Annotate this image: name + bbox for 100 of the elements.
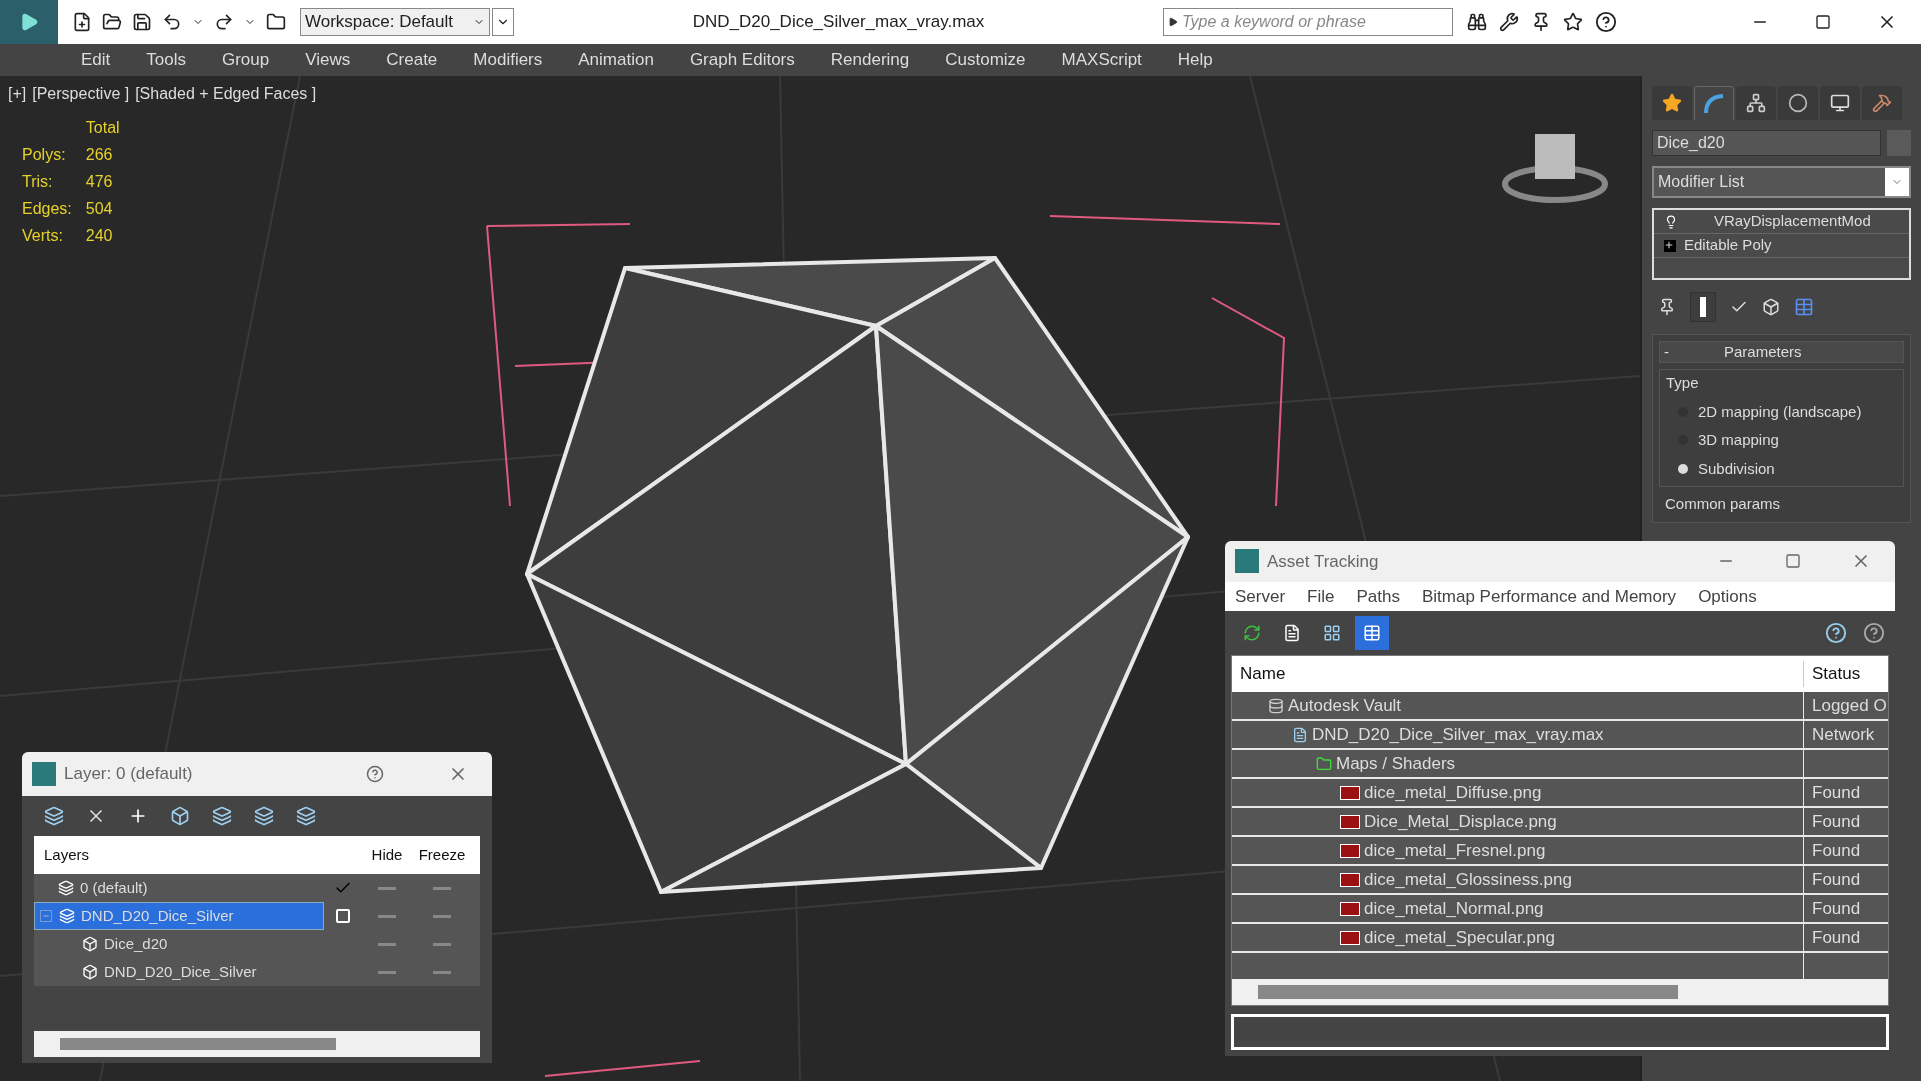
radio-option[interactable]: 3D mapping [1666,429,1897,452]
stats-value: 240 [85,226,114,246]
column-header[interactable]: Layers [34,843,324,867]
project-folder-icon[interactable] [266,12,286,32]
path-field[interactable] [1231,1014,1889,1050]
status-cell-text: Network [1811,723,1875,746]
menu-item[interactable]: Server [1235,583,1286,609]
asset-name-cell[interactable]: Dice_Metal_Displace.png [1232,808,1804,835]
table-icon [1363,624,1381,642]
asset-name-cell[interactable]: dice_metal_Fresnel.png [1232,837,1804,864]
app-logo [1235,549,1259,574]
column-header[interactable]: Hide [362,843,412,867]
menu-item[interactable]: Paths [1356,583,1400,609]
status-cell-text: Found [1811,897,1861,920]
menu-item[interactable]: Help [1177,47,1213,73]
asset-name-cell[interactable]: DND_D20_Dice_Silver_max_vray.max [1232,721,1804,748]
viewport-label[interactable]: [+] [8,82,27,106]
freeze-toggle[interactable] [433,970,451,974]
object-row[interactable]: Dice_d20 [34,932,324,956]
column-header[interactable]: Freeze [412,843,472,867]
panel-tab[interactable] [1652,86,1692,120]
status-cell-text: Logged O [1811,694,1887,717]
arrow-icon[interactable] [1168,17,1178,27]
asset-name-cell[interactable]: dice_metal_Diffuse.png [1232,779,1804,806]
workspace-dropdown[interactable]: Workspace: Default [300,8,490,36]
menu-item[interactable]: Bitmap Performance and Memory [1421,583,1677,609]
undo-icon[interactable] [162,12,182,32]
hide-toggle[interactable] [378,914,396,918]
scrollbar-thumb[interactable] [1258,985,1678,999]
maximize-icon[interactable] [1815,14,1831,30]
menu-item[interactable]: Views [305,47,351,73]
stats-value: 266 [85,145,114,165]
hide-toggle[interactable] [378,942,396,946]
panel-tab[interactable] [1862,86,1902,120]
hide-toggle[interactable] [378,886,396,890]
column-header[interactable]: Status [1804,661,1861,687]
viewport-label[interactable]: [Perspective ] [32,82,130,106]
hide-toggle[interactable] [378,970,396,974]
star-icon[interactable] [1563,12,1583,32]
viewport-label[interactable]: [Shaded + Edged Faces ] [135,82,317,106]
column-header[interactable]: Name [1232,661,1804,687]
dropdown-button[interactable] [492,8,514,36]
new-file-icon[interactable] [72,12,92,32]
wrench-icon[interactable] [1499,12,1519,32]
folder-icon [1316,755,1332,772]
menu-item[interactable]: MAXScript [1061,47,1142,73]
panel-tab[interactable] [1820,86,1860,120]
panel-tab[interactable] [1736,86,1776,120]
group-label: Type [1666,373,1700,393]
menu-item[interactable]: Rendering [830,47,910,73]
scrollbar-thumb[interactable] [60,1038,336,1050]
status-cell-text: Found [1811,781,1861,804]
modifier-list-dropdown[interactable]: Modifier List [1652,166,1911,198]
binoculars-icon[interactable] [1467,12,1487,32]
freeze-toggle[interactable] [433,942,451,946]
save-icon[interactable] [132,12,152,32]
file-icon [1292,726,1308,743]
menu-item[interactable]: Edit [81,47,111,73]
search-field[interactable]: Type a keyword or phrase [1163,8,1453,36]
app-logo[interactable] [0,0,58,44]
freeze-toggle[interactable] [433,914,451,918]
menu-item[interactable]: Options [1698,583,1757,609]
checkbox[interactable] [336,909,350,923]
menu-item[interactable]: Graph Editors [689,47,795,73]
asset-name-cell[interactable]: dice_metal_Specular.png [1232,924,1804,951]
stack-item[interactable]: VRayDisplacementMod [1654,210,1909,234]
asset-name-cell[interactable]: Maps / Shaders [1232,750,1804,777]
radio-option[interactable]: Subdivision [1666,457,1897,480]
menu-item[interactable]: Customize [945,47,1026,73]
help-icon[interactable] [1595,11,1617,33]
panel-tab[interactable] [1694,86,1734,120]
object-name-field[interactable]: Dice_d20 [1652,130,1881,156]
stack-item[interactable]: Editable Poly [1654,234,1909,258]
panel-tab[interactable] [1778,86,1818,120]
open-folder-icon[interactable] [102,12,122,32]
redo-icon[interactable] [214,12,234,32]
layer-icon [58,880,74,896]
rollout-header[interactable]: - Parameters [1659,341,1904,363]
layer-row[interactable]: 0 (default) [34,874,324,902]
image-file-icon [1340,930,1360,945]
menu-item[interactable]: Group [222,47,270,73]
layer-row[interactable]: DND_D20_Dice_Silver [34,902,324,930]
asset-name-cell[interactable]: Autodesk Vault [1232,692,1804,719]
view-button[interactable] [1355,616,1389,650]
freeze-toggle[interactable] [433,886,451,890]
menu-item[interactable]: Tools [146,47,186,73]
asset-name-cell[interactable]: dice_metal_Normal.png [1232,895,1804,922]
object-row[interactable]: DND_D20_Dice_Silver [34,960,324,984]
radio-option[interactable]: 2D mapping (landscape) [1666,400,1897,423]
asset-name-cell[interactable]: dice_metal_Glossiness.png [1232,866,1804,893]
menu-item[interactable]: File [1307,583,1335,609]
radio-icon[interactable] [1678,463,1688,474]
pin-icon[interactable] [1658,298,1676,316]
pin-icon[interactable] [1531,12,1551,32]
image-file-icon [1340,901,1360,916]
maximize-icon[interactable] [1785,553,1801,570]
menu-item[interactable]: Modifiers [473,47,543,73]
curve-icon [1703,92,1725,115]
menu-item[interactable]: Animation [578,47,654,73]
menu-item[interactable]: Create [386,47,438,73]
